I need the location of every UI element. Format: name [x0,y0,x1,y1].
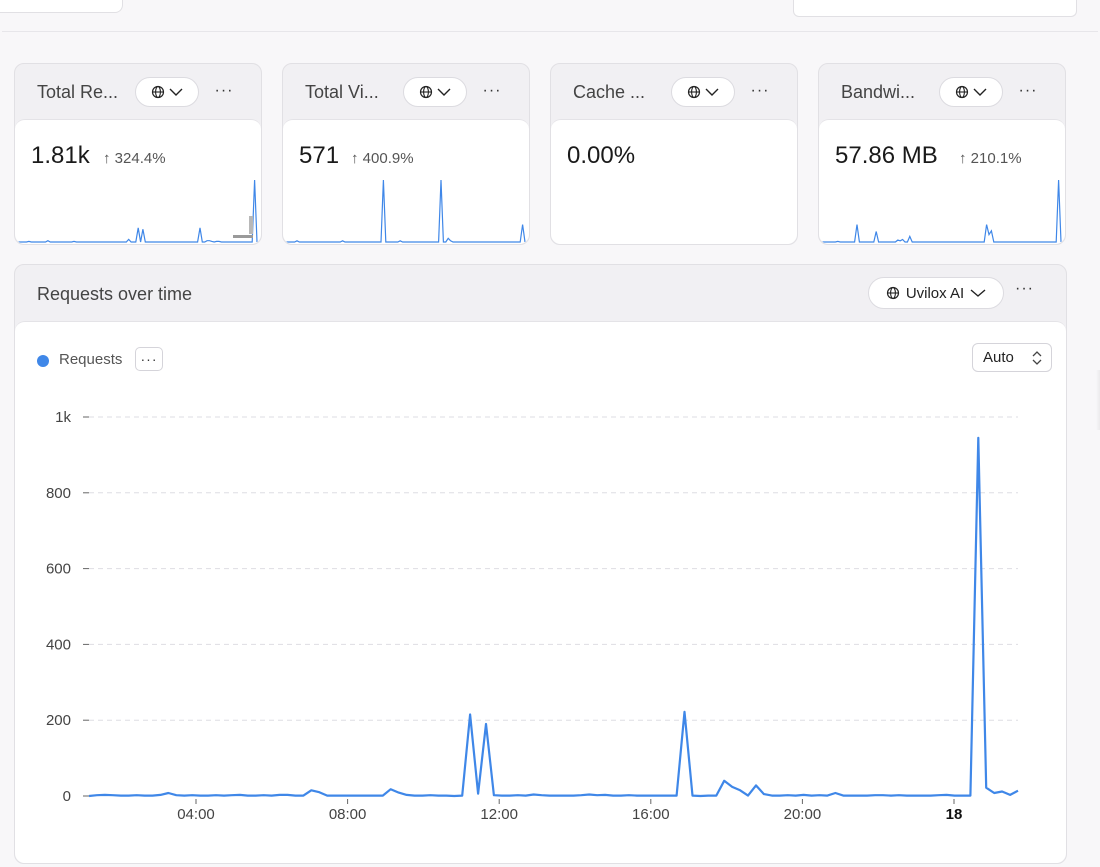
y-tick-label: 600 [46,561,71,578]
chevron-down-icon [437,88,451,96]
globe-icon [419,85,433,99]
chevron-down-icon [169,88,183,96]
metric-change: ↑ 210.1% [959,150,1022,167]
metric-value: 0.00% [567,142,636,169]
card-total-visits: Total Vi... ··· 571 ↑ 400.9% [282,63,530,245]
card-title: Cache ... [573,82,646,102]
card-title: Total Re... [37,82,119,102]
card-total-requests: Total Re... ··· 1.81k ↑ 324.4% [14,63,262,245]
card-title: Total Vi... [305,82,379,102]
top-divider [2,31,1098,32]
card-scope-button[interactable] [939,77,1003,107]
top-left-control[interactable] [0,0,123,13]
card-cache: Cache ... ··· 0.00% [550,63,798,245]
card-scope-button[interactable] [403,77,467,107]
metric-value: 57.86 MB [835,142,938,169]
project-select-label: Uvilox AI [905,284,965,302]
requests-chart: 0 200 400 600 800 1k 04:00 08:00 12:00 16:00 20:00… [46,409,1019,823]
panel-more-button[interactable]: ··· [1015,280,1034,298]
y-tick-label: 200 [46,712,71,729]
sparkline-series [285,179,526,243]
x-tick-label: 04:00 [177,806,215,823]
card-more-button[interactable]: ··· [747,78,773,104]
card-scope-button[interactable] [671,77,735,107]
chevron-down-icon [705,88,719,96]
globe-icon [687,85,701,99]
globe-icon [886,286,899,300]
x-tick-label: 12:00 [480,806,518,823]
card-scope-button[interactable] [135,77,199,107]
sparkline-marker [233,235,253,238]
top-right-control[interactable] [793,0,1077,17]
chevron-down-icon [970,289,986,297]
x-tick-label: 08:00 [329,806,367,823]
card-more-button[interactable]: ··· [479,78,505,104]
x-tick-label: 18 [946,806,963,823]
project-select[interactable]: Uvilox AI [868,277,1004,309]
globe-icon [955,85,969,99]
y-tick-label: 800 [46,485,71,502]
panel-title: Requests over time [37,284,193,304]
x-tick-label: 20:00 [784,806,822,823]
scroll-indicator [1096,370,1100,430]
sparkline [17,179,258,243]
y-tick-label: 400 [46,636,71,653]
metric-value: 571 [299,142,340,169]
metric-change: ↑ 324.4% [103,150,166,167]
requests-panel: Requests over time Uvilox AI ··· Request… [14,264,1067,864]
card-body: 571 ↑ 400.9% [283,119,529,244]
chevron-down-icon [973,88,987,96]
sparkline-series [821,179,1062,243]
metric-value: 1.81k [31,142,90,169]
y-tick-label: 1k [55,409,71,426]
x-tick-label: 16:00 [632,806,670,823]
sparkline [285,179,526,243]
card-title: Bandwi... [841,82,916,102]
sparkline-marker [249,216,253,234]
card-body: 57.86 MB ↑ 210.1% [819,119,1065,244]
chart-area: Requests ··· Auto 0 200 400 600 800 1k 04:00 08… [15,321,1066,863]
sparkline-series [17,179,258,243]
card-bandwidth: Bandwi... ··· 57.86 MB ↑ 210.1% [818,63,1066,245]
metric-change: ↑ 400.9% [351,150,414,167]
sparkline [821,179,1062,243]
card-body: 0.00% [551,119,797,244]
y-tick-label: 0 [63,788,71,805]
card-more-button[interactable]: ··· [211,78,237,104]
series-requests-line[interactable] [88,436,1019,798]
globe-icon [151,85,165,99]
card-more-button[interactable]: ··· [1015,78,1041,104]
card-body: 1.81k ↑ 324.4% [15,119,261,244]
